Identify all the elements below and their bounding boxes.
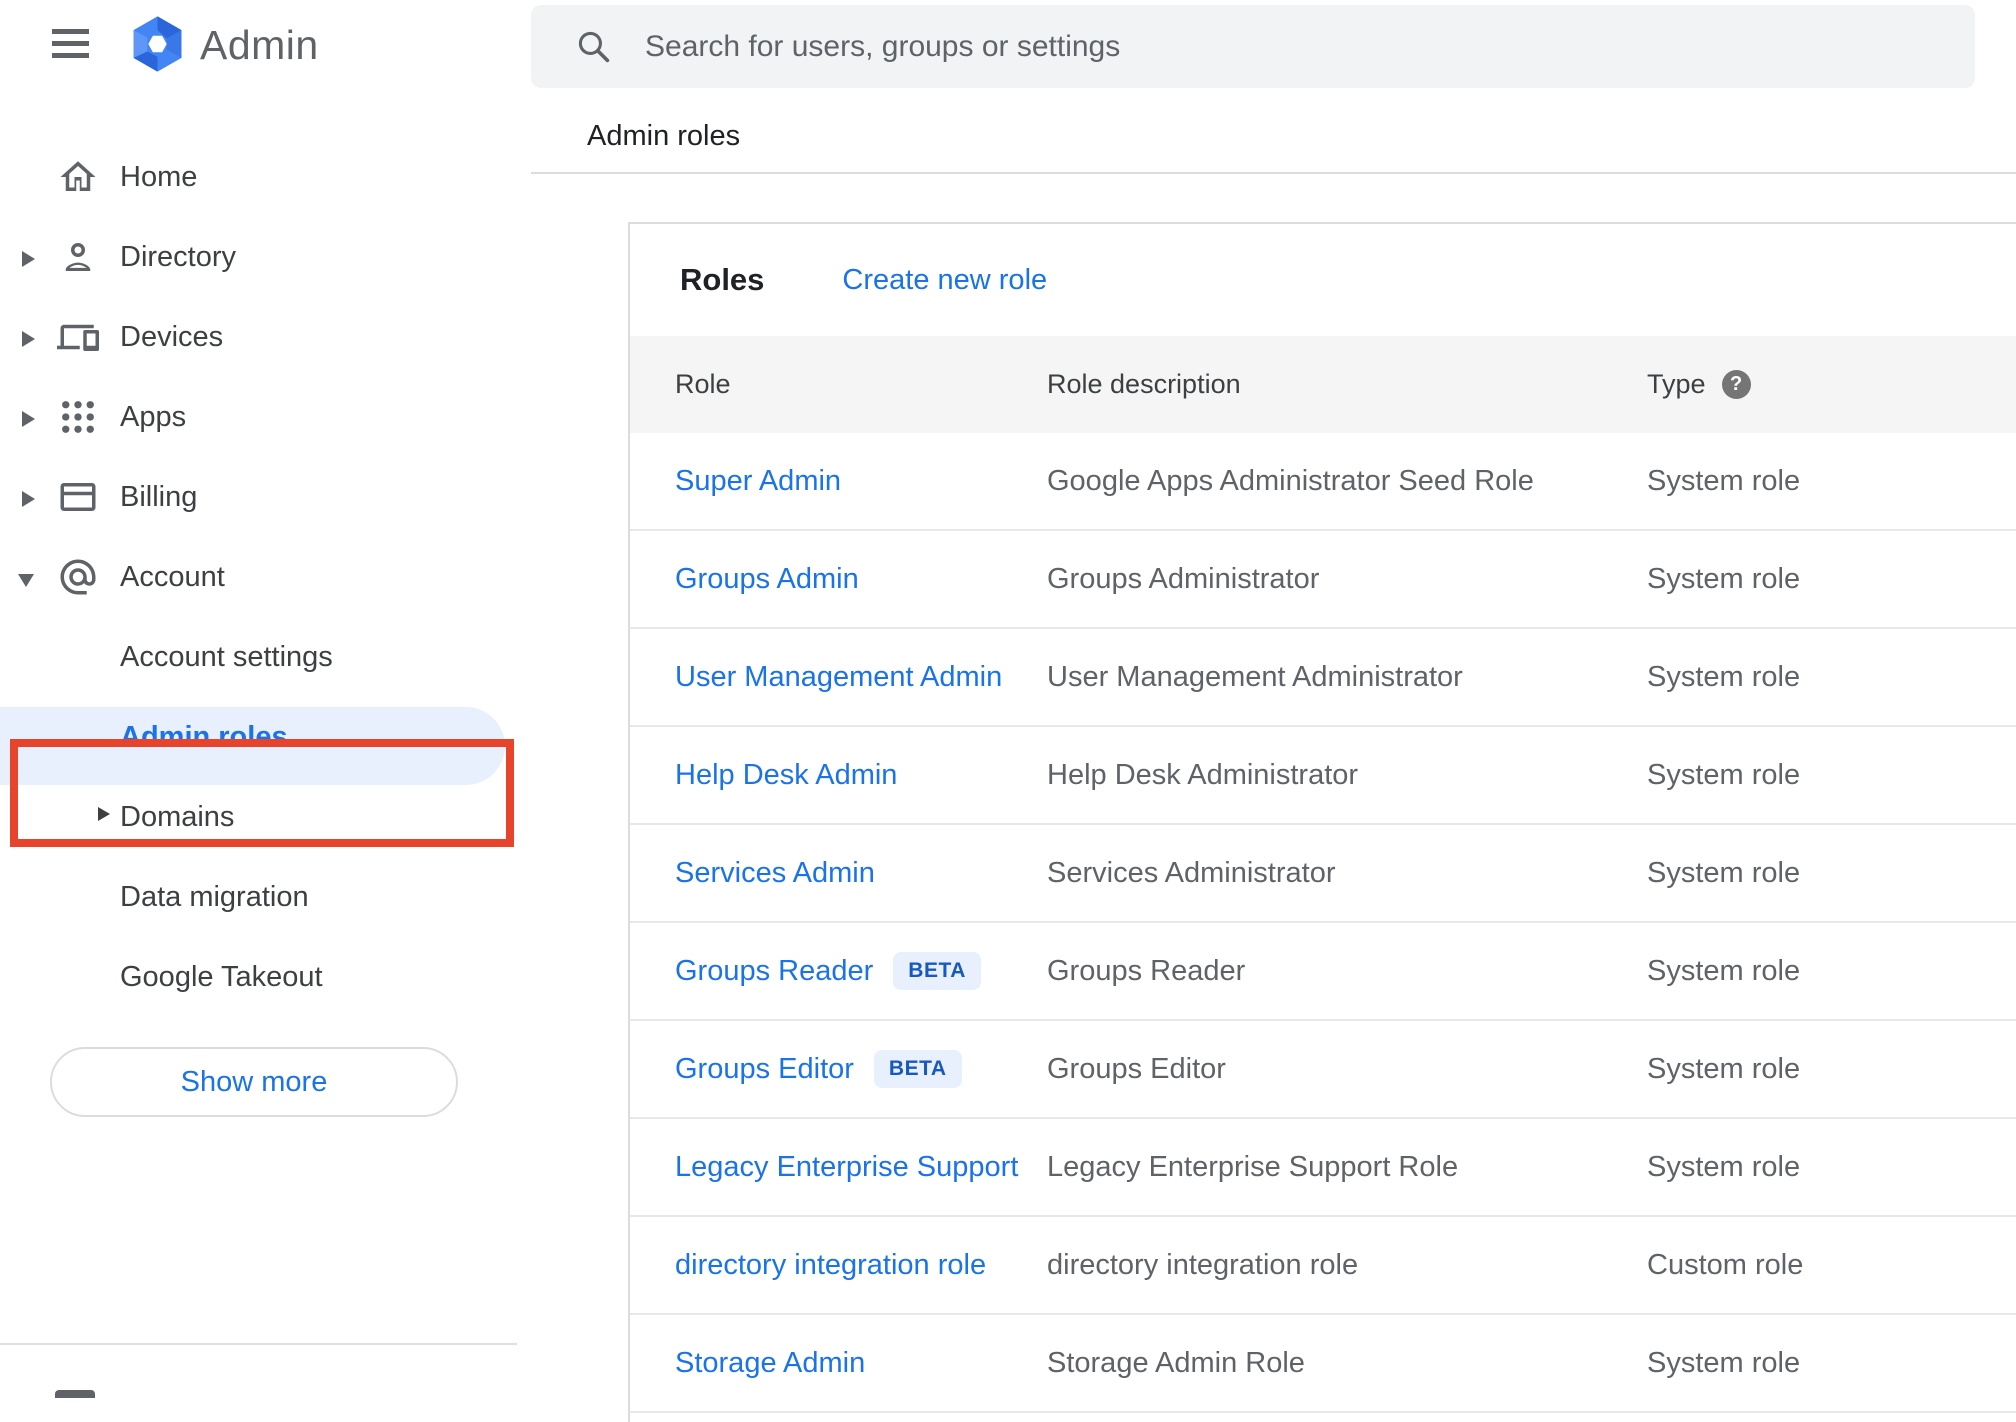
role-type: System role — [1647, 660, 1801, 693]
role-type: System role — [1647, 1052, 1801, 1085]
chevron-right-icon[interactable] — [98, 807, 110, 821]
table-row-super-admin: Super Admin Google Apps Administrator See… — [630, 433, 2016, 531]
sidebar-item-home[interactable]: Home — [0, 137, 517, 217]
chevron-right-icon[interactable] — [22, 491, 35, 507]
role-description: Legacy Enterprise Support Role — [1047, 1150, 1459, 1183]
sidebar-item-label: Devices — [120, 320, 224, 353]
sidebar-nav: Home Directory Devices Apps Billing Account Ac… — [0, 96, 517, 1398]
sidebar-item-devices[interactable]: Devices — [0, 297, 517, 377]
sidebar-item-label: Billing — [120, 480, 198, 513]
table-row-directory-integration-role: directory integration role directory inte… — [630, 1217, 2016, 1315]
sidebar-item-label: Account — [120, 560, 225, 593]
search-bar[interactable]: Search for users, groups or settings — [531, 5, 1975, 88]
breadcrumb: Admin roles — [587, 120, 741, 152]
chevron-right-icon[interactable] — [22, 251, 35, 267]
role-type: System role — [1647, 856, 1801, 889]
sidebar-item-billing[interactable]: Billing — [0, 457, 517, 537]
role-link[interactable]: Groups Editor — [675, 1053, 854, 1086]
chevron-right-icon[interactable] — [22, 331, 35, 347]
product-title: Admin — [200, 22, 319, 68]
sidebar-item-label: Data migration — [120, 880, 309, 913]
create-new-role-link[interactable]: Create new role — [842, 264, 1047, 297]
role-type: System role — [1647, 464, 1801, 497]
table-row-legacy-enterprise-support: Legacy Enterprise Support Legacy Enterpri… — [630, 1119, 2016, 1217]
at-sign-icon — [57, 556, 99, 598]
column-header-role: Role — [675, 369, 731, 399]
role-link[interactable]: Groups Reader — [675, 955, 873, 988]
role-type: System role — [1647, 562, 1801, 595]
breadcrumb-divider — [531, 172, 2016, 174]
sidebar-item-data-migration[interactable]: Data migration — [0, 857, 517, 937]
role-description: Help Desk Administrator — [1047, 758, 1359, 791]
sidebar-item-admin-roles[interactable]: Admin roles — [0, 697, 517, 785]
table-row-groups-admin: Groups Admin Groups Administrator System r… — [630, 531, 2016, 629]
role-description: Google Apps Administrator Seed Role — [1047, 464, 1534, 497]
role-type: System role — [1647, 1346, 1801, 1379]
sidebar-item-label: Apps — [120, 400, 187, 433]
sidebar-item-label: Domains — [120, 800, 235, 833]
app-bar: Admin — [0, 0, 517, 96]
table-header-row: Role Role description Type ? — [630, 336, 2016, 433]
sidebar-item-label: Admin roles — [120, 720, 288, 753]
chevron-right-icon[interactable] — [22, 411, 35, 427]
role-link[interactable]: Services Admin — [675, 857, 875, 890]
role-link[interactable]: directory integration role — [675, 1249, 986, 1282]
sidebar-item-google-takeout[interactable]: Google Takeout — [0, 937, 517, 1017]
sidebar-item-account[interactable]: Account — [0, 537, 517, 617]
table-body: Super Admin Google Apps Administrator See… — [630, 433, 2016, 1413]
search-icon — [575, 28, 612, 65]
role-link[interactable]: Storage Admin — [675, 1347, 865, 1380]
role-link[interactable]: Legacy Enterprise Support — [675, 1151, 1018, 1184]
panel-title: Roles — [680, 262, 765, 297]
sidebar-item-label: Account settings — [120, 640, 333, 673]
beta-badge: BETA — [873, 1050, 962, 1088]
role-type: System role — [1647, 954, 1801, 987]
role-type: System role — [1647, 758, 1801, 791]
role-link[interactable]: Super Admin — [675, 465, 841, 498]
sidebar-item-label: Google Takeout — [120, 960, 323, 993]
help-icon[interactable]: ? — [1721, 370, 1751, 399]
role-link[interactable]: Groups Admin — [675, 563, 859, 596]
show-more-button[interactable]: Show more — [50, 1047, 458, 1117]
sidebar-item-directory[interactable]: Directory — [0, 217, 517, 297]
roles-panel: Roles Create new role Role Role descript… — [628, 222, 2016, 1422]
table-row-groups-editor: Groups Editor BETA Groups Editor System rol… — [630, 1021, 2016, 1119]
table-row-help-desk-admin: Help Desk Admin Help Desk Administrator Sy… — [630, 727, 2016, 825]
role-description: Groups Reader — [1047, 954, 1246, 987]
sidebar-bottom-divider — [0, 1343, 517, 1345]
role-description: User Management Administrator — [1047, 660, 1463, 693]
beta-badge: BETA — [893, 952, 981, 990]
roles-panel-header: Roles Create new role — [630, 224, 2016, 336]
cut-off-bottom-icon — [55, 1390, 95, 1398]
table-row-services-admin: Services Admin Services Administrator Syst… — [630, 825, 2016, 923]
role-description: Storage Admin Role — [1047, 1346, 1305, 1379]
role-link[interactable]: User Management Admin — [675, 661, 1002, 694]
chevron-down-icon[interactable] — [18, 574, 34, 587]
table-row-storage-admin: Storage Admin Storage Admin Role System ro… — [630, 1315, 2016, 1413]
role-description: Groups Editor — [1047, 1052, 1226, 1085]
role-description: Groups Administrator — [1047, 562, 1320, 595]
sidebar-item-label: Directory — [120, 240, 237, 273]
sidebar-item-account-settings[interactable]: Account settings — [0, 617, 517, 697]
person-icon — [57, 236, 99, 278]
table-row-groups-reader: Groups Reader BETA Groups Reader System rol… — [630, 923, 2016, 1021]
search-input[interactable]: Search for users, groups or settings — [645, 5, 1120, 88]
role-description: Services Administrator — [1047, 856, 1336, 889]
column-header-type: Type ? — [1647, 369, 2016, 400]
credit-card-icon — [57, 476, 99, 518]
role-description: directory integration role — [1047, 1248, 1359, 1281]
role-link[interactable]: Help Desk Admin — [675, 759, 897, 792]
hamburger-menu-icon[interactable] — [52, 29, 89, 58]
table-row-user-management-admin: User Management Admin User Management Adm… — [630, 629, 2016, 727]
role-type: Custom role — [1647, 1248, 1804, 1281]
role-type: System role — [1647, 1150, 1801, 1183]
google-admin-logo-icon — [128, 14, 187, 74]
sidebar-item-domains[interactable]: Domains — [0, 777, 517, 857]
devices-icon — [57, 316, 99, 358]
column-header-description: Role description — [1047, 369, 1241, 399]
sidebar-item-apps[interactable]: Apps — [0, 377, 517, 457]
home-icon — [57, 156, 99, 198]
apps-grid-icon — [57, 396, 99, 438]
sidebar-item-label: Home — [120, 160, 198, 193]
